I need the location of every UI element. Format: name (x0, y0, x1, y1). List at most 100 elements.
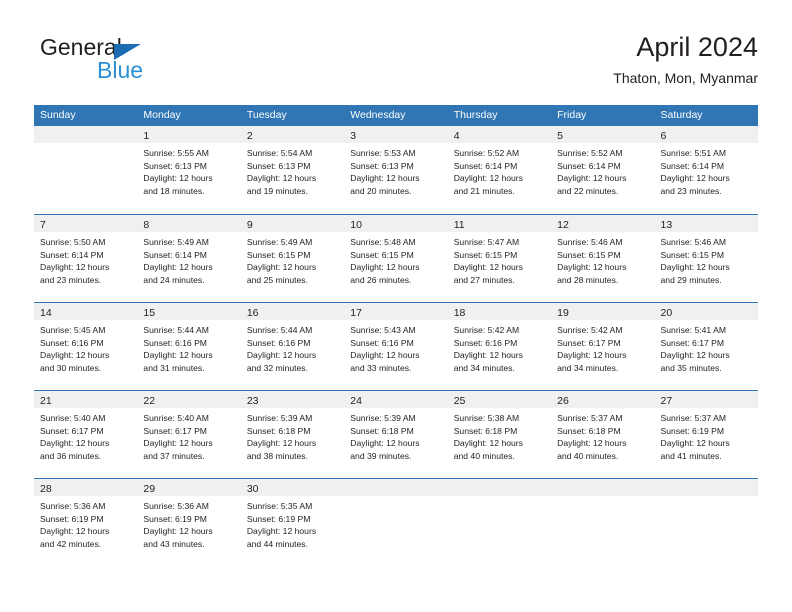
day-details: Sunrise: 5:37 AM Sunset: 6:18 PM Daylight:… (551, 408, 654, 462)
day-cell[interactable]: 17 Sunrise: 5:43 AM Sunset: 6:16 PM Dayligh… (344, 303, 448, 390)
day-number: 15 (143, 307, 156, 319)
day-cell[interactable]: 13 Sunrise: 5:46 AM Sunset: 6:15 PM Dayligh… (654, 215, 758, 302)
sunrise-text: Sunrise: 5:42 AM (453, 325, 520, 335)
daylight-text-line2: and 29 minutes. (660, 274, 722, 285)
day-cell[interactable]: 23 Sunrise: 5:39 AM Sunset: 6:18 PM Dayligh… (240, 391, 345, 478)
day-cell[interactable]: 1 Sunrise: 5:55 AM Sunset: 6:13 PM Daylight… (137, 126, 241, 214)
day-details: Sunrise: 5:52 AM Sunset: 6:14 PM Daylight:… (448, 143, 551, 197)
day-number: 25 (453, 395, 466, 407)
sunrise-text: Sunrise: 5:49 AM (143, 237, 209, 247)
daylight-text-line1: Daylight: 12 hours (143, 350, 213, 361)
day-cell[interactable]: 10 Sunrise: 5:48 AM Sunset: 6:15 PM Dayligh… (344, 215, 448, 302)
day-cell[interactable]: 27 Sunrise: 5:37 AM Sunset: 6:19 PM Dayligh… (654, 391, 758, 478)
day-cell[interactable]: 30 Sunrise: 5:35 AM Sunset: 6:19 PM Dayligh… (240, 479, 345, 566)
day-number: 18 (453, 307, 466, 319)
day-number-band: 15 (137, 303, 241, 320)
day-number: 7 (40, 219, 46, 231)
day-cell[interactable]: 11 Sunrise: 5:47 AM Sunset: 6:15 PM Dayligh… (447, 215, 552, 302)
daylight-text-line1: Daylight: 12 hours (40, 526, 110, 537)
sunrise-text: Sunrise: 5:40 AM (143, 413, 209, 423)
day-number: 3 (350, 130, 357, 142)
daylight-text-line1: Daylight: 12 hours (246, 350, 317, 361)
daylight-text-line1: Daylight: 12 hours (143, 438, 213, 449)
sunset-text: Sunset: 6:19 PM (660, 425, 725, 436)
day-cell[interactable]: 15 Sunrise: 5:44 AM Sunset: 6:16 PM Dayligh… (137, 303, 241, 390)
day-cell[interactable]: 19 Sunrise: 5:42 AM Sunset: 6:17 PM Dayligh… (551, 303, 655, 390)
day-number: 23 (246, 395, 259, 407)
day-cell[interactable]: 18 Sunrise: 5:42 AM Sunset: 6:16 PM Dayligh… (447, 303, 552, 390)
day-cell[interactable]: 16 Sunrise: 5:44 AM Sunset: 6:16 PM Dayligh… (240, 303, 345, 390)
week-row: 14 Sunrise: 5:45 AM Sunset: 6:16 PM Dayligh… (34, 302, 758, 390)
day-number: 12 (557, 219, 569, 231)
daylight-text-line1: Daylight: 12 hours (350, 350, 420, 361)
day-number: 10 (350, 219, 362, 231)
day-cell[interactable]: 3 Sunrise: 5:53 AM Sunset: 6:13 PM Daylight… (344, 126, 448, 214)
day-cell[interactable]: 24 Sunrise: 5:39 AM Sunset: 6:18 PM Dayligh… (344, 391, 448, 478)
week-row: 21 Sunrise: 5:40 AM Sunset: 6:17 PM Dayligh… (34, 390, 758, 478)
sunset-text: Sunset: 6:19 PM (246, 513, 311, 524)
day-cell[interactable]: 7 Sunrise: 5:50 AM Sunset: 6:14 PM Daylight… (34, 215, 138, 302)
daylight-text-line2: and 41 minutes. (660, 450, 722, 461)
sunset-text: Sunset: 6:14 PM (143, 249, 207, 260)
sunrise-text: Sunrise: 5:50 AM (40, 237, 106, 247)
day-number: 20 (660, 307, 673, 319)
page-title: April 2024 (636, 32, 758, 62)
daylight-text-line1: Daylight: 12 hours (453, 438, 523, 449)
day-cell[interactable]: 2 Sunrise: 5:54 AM Sunset: 6:13 PM Daylight… (240, 126, 345, 214)
day-cell[interactable]: 20 Sunrise: 5:41 AM Sunset: 6:17 PM Dayligh… (654, 303, 758, 390)
day-details (448, 496, 551, 500)
sunrise-text: Sunrise: 5:37 AM (557, 413, 623, 423)
logo-text-blue: Blue (97, 57, 144, 83)
daylight-text-line2: and 36 minutes. (40, 450, 102, 461)
day-number-band: 26 (551, 391, 655, 408)
day-number: 26 (557, 395, 569, 407)
sunset-text: Sunset: 6:16 PM (143, 337, 207, 348)
day-number-band: 23 (240, 391, 345, 408)
day-cell[interactable]: 14 Sunrise: 5:45 AM Sunset: 6:16 PM Dayligh… (34, 303, 138, 390)
week-rows: 1 Sunrise: 5:55 AM Sunset: 6:13 PM Daylight… (34, 126, 758, 566)
daylight-text-line2: and 37 minutes. (143, 450, 205, 461)
day-cell[interactable]: 4 Sunrise: 5:52 AM Sunset: 6:14 PM Daylight… (447, 126, 552, 214)
day-details: Sunrise: 5:52 AM Sunset: 6:14 PM Daylight:… (551, 143, 654, 197)
sunrise-text: Sunrise: 5:42 AM (557, 325, 623, 335)
day-number-band: 6 (654, 126, 758, 143)
day-details: Sunrise: 5:40 AM Sunset: 6:17 PM Daylight:… (34, 408, 137, 462)
day-cell[interactable]: 5 Sunrise: 5:52 AM Sunset: 6:14 PM Daylight… (551, 126, 655, 214)
sunset-text: Sunset: 6:17 PM (143, 425, 207, 436)
day-number: 2 (246, 130, 253, 142)
sunset-text: Sunset: 6:17 PM (660, 337, 725, 348)
day-details: Sunrise: 5:39 AM Sunset: 6:18 PM Daylight:… (344, 408, 447, 462)
sunset-text: Sunset: 6:18 PM (557, 425, 621, 436)
sunrise-text: Sunrise: 5:52 AM (557, 148, 623, 158)
day-details: Sunrise: 5:44 AM Sunset: 6:16 PM Daylight:… (137, 320, 240, 374)
day-details: Sunrise: 5:49 AM Sunset: 6:15 PM Daylight:… (241, 232, 344, 286)
sunset-text: Sunset: 6:17 PM (40, 425, 104, 436)
general-blue-logo[interactable]: General Blue (40, 34, 240, 94)
day-cell[interactable]: 26 Sunrise: 5:37 AM Sunset: 6:18 PM Dayligh… (551, 391, 655, 478)
day-details (34, 143, 137, 147)
day-number-band: 7 (34, 215, 138, 232)
daylight-text-line2: and 40 minutes. (453, 450, 515, 461)
day-cell[interactable]: 8 Sunrise: 5:49 AM Sunset: 6:14 PM Daylight… (137, 215, 241, 302)
calendar-page: General Blue April 2024 Thaton, Mon, Mya… (0, 0, 792, 612)
day-cell[interactable]: 25 Sunrise: 5:38 AM Sunset: 6:18 PM Dayligh… (447, 391, 552, 478)
sunrise-text: Sunrise: 5:53 AM (350, 148, 416, 158)
day-cell[interactable]: 6 Sunrise: 5:51 AM Sunset: 6:14 PM Daylight… (654, 126, 758, 214)
day-cell[interactable]: 22 Sunrise: 5:40 AM Sunset: 6:17 PM Dayligh… (137, 391, 241, 478)
day-number: 11 (453, 219, 465, 231)
sunset-text: Sunset: 6:15 PM (350, 249, 414, 260)
daylight-text-line2: and 21 minutes. (453, 185, 515, 196)
day-details: Sunrise: 5:47 AM Sunset: 6:15 PM Daylight:… (448, 232, 551, 286)
day-number-band (34, 126, 138, 143)
day-cell[interactable]: 9 Sunrise: 5:49 AM Sunset: 6:15 PM Daylight… (240, 215, 345, 302)
day-cell[interactable]: 28 Sunrise: 5:36 AM Sunset: 6:19 PM Dayligh… (34, 479, 138, 566)
day-cell[interactable]: 29 Sunrise: 5:36 AM Sunset: 6:19 PM Dayligh… (137, 479, 241, 566)
daylight-text-line1: Daylight: 12 hours (246, 438, 317, 449)
day-cell[interactable]: 21 Sunrise: 5:40 AM Sunset: 6:17 PM Dayligh… (34, 391, 138, 478)
day-cell-empty (447, 479, 552, 566)
day-number-band: 1 (137, 126, 241, 143)
daylight-text-line1: Daylight: 12 hours (557, 173, 627, 184)
daylight-text-line1: Daylight: 12 hours (660, 350, 730, 361)
day-cell[interactable]: 12 Sunrise: 5:46 AM Sunset: 6:15 PM Dayligh… (551, 215, 655, 302)
daylight-text-line2: and 34 minutes. (557, 362, 619, 373)
